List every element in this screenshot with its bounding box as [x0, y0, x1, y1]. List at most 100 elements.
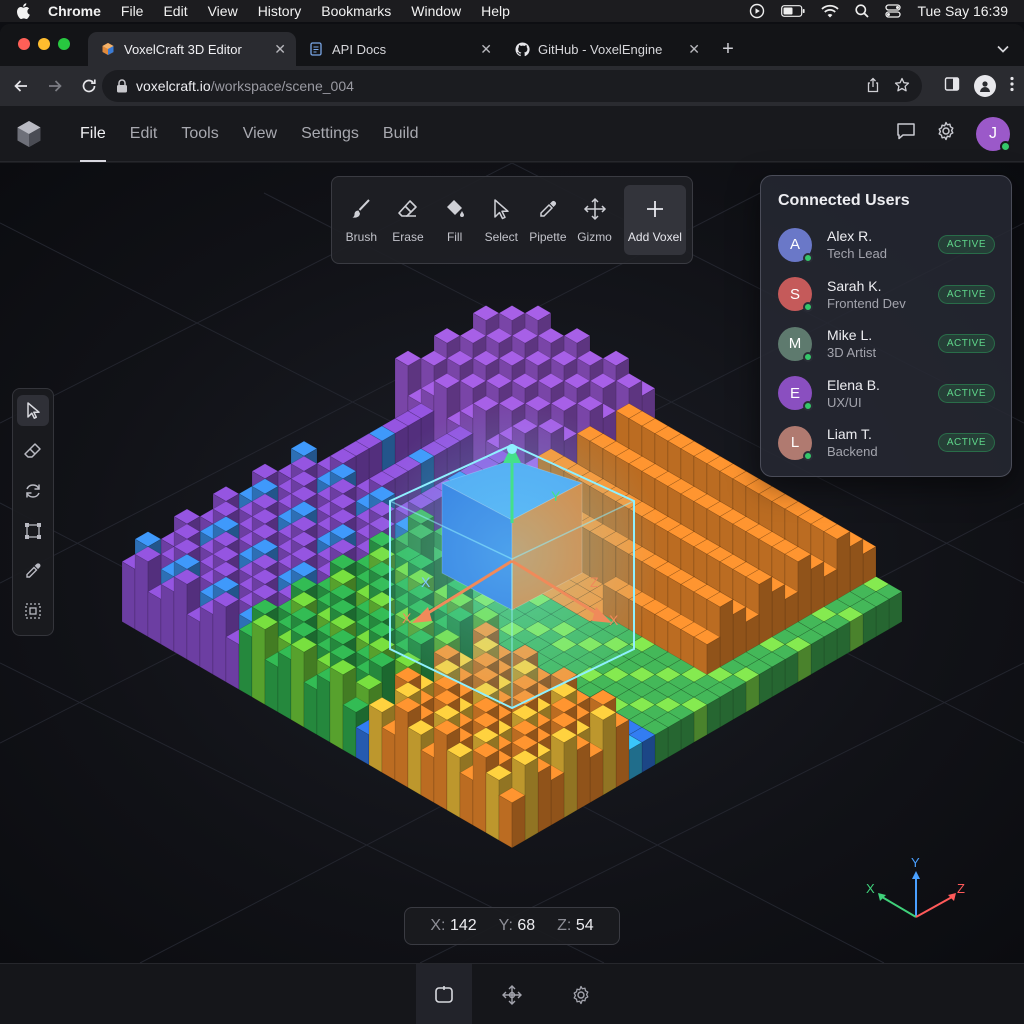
tab-github[interactable]: GitHub - VoxelEngine ✕	[502, 32, 710, 66]
forward-button[interactable]	[40, 71, 70, 101]
gizmo-tool[interactable]: Gizmo	[571, 185, 618, 255]
menubar-bookmarks[interactable]: Bookmarks	[321, 3, 391, 19]
fill-tool[interactable]: Fill	[431, 185, 478, 255]
zoom-window-button[interactable]	[58, 38, 70, 50]
control-center-icon[interactable]	[885, 4, 902, 18]
menubar-history[interactable]: History	[258, 3, 302, 19]
chevron-down-icon	[997, 45, 1009, 53]
menubar-file[interactable]: File	[121, 3, 144, 19]
cursor-icon	[488, 196, 514, 222]
coord-y-value: 68	[517, 917, 536, 934]
axis-y-label: Y	[911, 855, 920, 870]
select-tool[interactable]: Select	[478, 185, 525, 255]
pipette-label: Pipette	[529, 230, 567, 244]
left-toolbar	[12, 388, 54, 636]
minimize-window-button[interactable]	[38, 38, 50, 50]
brush-tool[interactable]: Brush	[338, 185, 385, 255]
user-row[interactable]: E Elena B. UX/UI ACTIVE	[778, 369, 995, 419]
wifi-icon[interactable]	[821, 4, 840, 18]
close-tab-icon[interactable]: ✕	[480, 41, 492, 58]
browser-window: VoxelCraft 3D Editor ✕ API Docs ✕ GitHub…	[0, 24, 1024, 1024]
pan-button[interactable]	[484, 964, 540, 1024]
tab-title: VoxelCraft 3D Editor	[124, 41, 242, 57]
menubar-clock[interactable]: Tue Say 16:39	[917, 3, 1008, 19]
fill-bucket-icon	[442, 196, 468, 222]
left-erase-tool[interactable]	[17, 435, 49, 466]
reload-button[interactable]	[74, 71, 104, 101]
user-row[interactable]: M Mike L. 3D Artist ACTIVE	[778, 319, 995, 369]
app-menu-edit[interactable]: Edit	[118, 106, 170, 162]
gizmo-x-label-3: X	[609, 612, 619, 628]
close-tab-icon[interactable]: ✕	[688, 41, 700, 58]
coord-x-label: X:	[430, 917, 446, 934]
avatar-initial: J	[989, 124, 997, 142]
user-row[interactable]: L Liam T. Backend ACTIVE	[778, 418, 995, 468]
profile-icon[interactable]	[974, 75, 996, 97]
play-circle-icon[interactable]	[749, 3, 765, 19]
bookmark-star-icon[interactable]	[894, 77, 910, 96]
url-path: /workspace/scene_004	[210, 78, 354, 94]
document-icon	[308, 41, 324, 57]
app-menu-file[interactable]: File	[68, 106, 118, 162]
menubar-app-name[interactable]: Chrome	[48, 3, 101, 19]
app-menu-view[interactable]: View	[231, 106, 289, 162]
site-info-icon[interactable]	[116, 79, 128, 93]
back-button[interactable]	[6, 71, 36, 101]
bottom-dock	[0, 963, 1024, 1024]
reload-icon	[82, 79, 96, 93]
pipette-tool[interactable]: Pipette	[525, 185, 572, 255]
app-logo-cube-icon[interactable]	[14, 119, 44, 149]
left-frame-tool[interactable]	[17, 515, 49, 546]
tab-search-button[interactable]	[996, 32, 1010, 66]
battery-icon[interactable]	[781, 5, 806, 17]
menubar-window[interactable]: Window	[411, 3, 461, 19]
add-voxel-button[interactable]: Add Voxel	[623, 185, 687, 255]
menubar-edit[interactable]: Edit	[163, 3, 187, 19]
tab-title: API Docs	[332, 41, 387, 57]
close-tab-icon[interactable]: ✕	[274, 41, 286, 58]
move-icon	[502, 984, 522, 1005]
close-window-button[interactable]	[18, 38, 30, 50]
app-menu-tools[interactable]: Tools	[169, 106, 230, 162]
cube-icon	[100, 41, 116, 57]
user-row[interactable]: S Sarah K. Frontend Dev ACTIVE	[778, 270, 995, 320]
axis-orientation-icon[interactable]: Y X Z	[860, 855, 970, 930]
axis-z-label: Z	[957, 881, 965, 896]
tab-voxelcraft[interactable]: VoxelCraft 3D Editor ✕	[88, 32, 296, 66]
camera-view-button[interactable]	[416, 964, 472, 1024]
browser-toolbar: voxelcraft.io/workspace/scene_004	[0, 66, 1024, 106]
apple-icon[interactable]	[16, 3, 34, 19]
coord-y-label: Y:	[498, 917, 513, 934]
share-icon[interactable]	[866, 77, 880, 96]
new-tab-button[interactable]: +	[714, 32, 742, 66]
more-menu-icon[interactable]	[1010, 76, 1014, 97]
left-pipette-tool[interactable]	[17, 555, 49, 586]
app-menu-settings[interactable]: Settings	[289, 106, 371, 162]
add-voxel-label: Add Voxel	[627, 230, 682, 244]
viewport-settings-button[interactable]	[553, 964, 609, 1024]
erase-label: Erase	[392, 230, 424, 244]
menubar-help[interactable]: Help	[481, 3, 510, 19]
left-group-tool[interactable]	[17, 595, 49, 626]
move-icon	[582, 196, 608, 222]
side-panel-icon[interactable]	[944, 76, 960, 97]
left-rotate-tool[interactable]	[17, 475, 49, 506]
menubar-view[interactable]: View	[208, 3, 238, 19]
erase-tool[interactable]: Erase	[385, 185, 432, 255]
tab-api-docs[interactable]: API Docs ✕	[296, 32, 502, 66]
user-row[interactable]: A Alex R. Tech Lead ACTIVE	[778, 220, 995, 270]
gear-icon[interactable]	[936, 121, 956, 146]
user-name: Mike L.	[827, 327, 873, 344]
panel-title: Connected Users	[778, 192, 910, 209]
online-status-dot	[803, 302, 813, 313]
user-avatar: M	[778, 326, 813, 362]
pipette-icon	[535, 196, 561, 222]
left-select-tool[interactable]	[17, 395, 49, 426]
current-user-avatar[interactable]: J	[976, 116, 1011, 152]
arrow-left-icon	[14, 80, 27, 92]
chat-icon[interactable]	[896, 121, 916, 146]
app-menu-build[interactable]: Build	[371, 106, 431, 162]
spotlight-search-icon[interactable]	[855, 4, 870, 18]
coord-z-value: 54	[575, 917, 594, 934]
address-bar[interactable]: voxelcraft.io/workspace/scene_004	[102, 70, 922, 102]
